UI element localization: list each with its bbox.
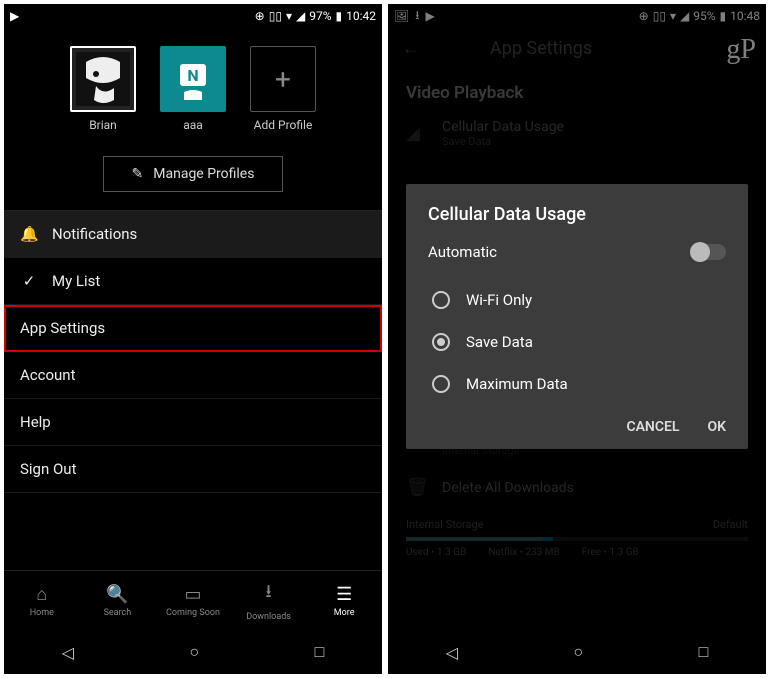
menu-label: App Settings xyxy=(20,319,105,337)
menu-app-settings[interactable]: App Settings xyxy=(4,305,382,352)
profile-label: aaa xyxy=(183,118,203,132)
profiles-row: Brian N aaa + Add Profile xyxy=(4,28,382,140)
pencil-icon: ✎ xyxy=(132,166,144,182)
home-icon: ⌂ xyxy=(36,584,47,605)
wifi-icon: ▾ xyxy=(286,9,292,23)
avatar-aaa-icon: N xyxy=(166,52,220,106)
profile-aaa[interactable]: N aaa xyxy=(157,46,229,132)
recents-button[interactable]: □ xyxy=(699,642,709,662)
cancel-button[interactable]: CANCEL xyxy=(626,419,679,435)
radio-label: Wi-Fi Only xyxy=(466,291,532,309)
check-icon: ✓ xyxy=(20,272,38,290)
menu-help[interactable]: Help xyxy=(4,399,382,446)
back-button[interactable]: ◁ xyxy=(446,643,458,662)
android-nav-bar: ◁ ○ □ xyxy=(4,630,382,674)
menu-label: Sign Out xyxy=(20,460,76,478)
bottom-nav: ⌂ Home 🔍 Search ▭ Coming Soon ⭳ Downloads ☰ M… xyxy=(4,570,382,630)
menu-label: My List xyxy=(52,272,100,290)
manage-profiles-button[interactable]: ✎ Manage Profiles xyxy=(103,156,283,192)
profile-label: Brian xyxy=(89,118,117,132)
nav-label: Home xyxy=(30,608,54,618)
clock: 10:42 xyxy=(346,9,376,23)
search-icon: 🔍 xyxy=(106,584,128,605)
status-bar: ▶ ⊕ ▯▯ ▾ ◢ 97% ▮ 10:42 xyxy=(4,4,382,28)
home-button[interactable]: ○ xyxy=(573,642,583,662)
svg-text:N: N xyxy=(187,66,198,85)
automatic-label: Automatic xyxy=(428,243,497,261)
menu-list: 🔔 Notifications ✓ My List App Settings A… xyxy=(4,210,382,493)
battery-pct: 97% xyxy=(309,9,331,23)
radio-icon xyxy=(432,291,450,309)
menu-account[interactable]: Account xyxy=(4,352,382,399)
nav-more[interactable]: ☰ More xyxy=(306,571,382,630)
menu-signout[interactable]: Sign Out xyxy=(4,446,382,493)
nav-home[interactable]: ⌂ Home xyxy=(4,571,80,630)
play-store-icon: ▶ xyxy=(10,9,19,23)
recents-button[interactable]: □ xyxy=(315,642,325,662)
signal-icon: ◢ xyxy=(296,9,305,23)
radio-label: Save Data xyxy=(466,333,533,351)
nav-coming-soon[interactable]: ▭ Coming Soon xyxy=(155,571,231,630)
radio-maximum-data[interactable]: Maximum Data xyxy=(428,363,726,405)
radio-label: Maximum Data xyxy=(466,375,568,393)
hamburger-icon: ☰ xyxy=(336,584,352,605)
avatar-brian-icon xyxy=(76,52,130,106)
download-icon: ⭳ xyxy=(265,579,271,609)
nav-label: Coming Soon xyxy=(166,608,220,618)
vibrate-icon: ▯▯ xyxy=(269,9,282,23)
radio-icon xyxy=(432,375,450,393)
phone-left: ▶ ⊕ ▯▯ ▾ ◢ 97% ▮ 10:42 Brian N xyxy=(4,4,382,674)
menu-label: Help xyxy=(20,413,51,431)
phone-right: 🖼 ⭳ ▶ ⊕ ▯▯ ▾ ◢ 95% ▮ 10:48 ← App Setting… xyxy=(388,4,766,674)
radio-wifi-only[interactable]: Wi-Fi Only xyxy=(428,279,726,321)
home-button[interactable]: ○ xyxy=(189,642,199,662)
menu-label: Notifications xyxy=(52,225,137,243)
nav-search[interactable]: 🔍 Search xyxy=(80,571,156,630)
battery-icon: ▮ xyxy=(336,9,343,23)
profile-brian[interactable]: Brian xyxy=(67,46,139,132)
dialog-title: Cellular Data Usage xyxy=(428,204,726,225)
android-nav-bar: ◁ ○ □ xyxy=(388,630,766,674)
ok-button[interactable]: OK xyxy=(707,419,726,435)
play-icon: ▭ xyxy=(184,584,201,605)
profile-add[interactable]: + Add Profile xyxy=(247,46,319,132)
automatic-toggle[interactable] xyxy=(692,244,726,260)
menu-label: Account xyxy=(20,366,76,384)
radio-save-data[interactable]: Save Data xyxy=(428,321,726,363)
menu-mylist[interactable]: ✓ My List xyxy=(4,258,382,305)
nav-downloads[interactable]: ⭳ Downloads xyxy=(231,571,307,630)
profile-label: Add Profile xyxy=(254,118,313,132)
menu-notifications[interactable]: 🔔 Notifications xyxy=(4,211,382,258)
nav-label: Search xyxy=(104,608,132,618)
manage-label: Manage Profiles xyxy=(153,166,254,182)
radio-icon xyxy=(432,333,450,351)
dnd-icon: ⊕ xyxy=(255,9,265,23)
nav-label: More xyxy=(334,608,355,618)
back-button[interactable]: ◁ xyxy=(62,643,74,662)
nav-label: Downloads xyxy=(246,612,291,622)
bell-icon: 🔔 xyxy=(20,225,38,243)
dialog-cellular-data: Cellular Data Usage Automatic Wi-Fi Only… xyxy=(406,184,748,449)
